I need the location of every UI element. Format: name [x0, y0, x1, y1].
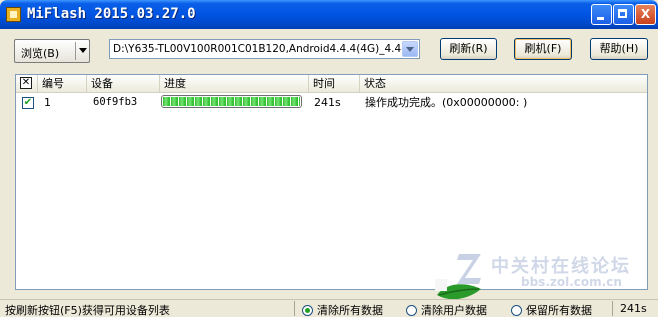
status-divider: [612, 301, 613, 316]
progress-fill: [163, 97, 300, 106]
radio-keep-all-label: 保留所有数据: [526, 304, 592, 317]
row-checkbox[interactable]: ✔: [22, 97, 34, 109]
radio-selected-icon[interactable]: [302, 305, 313, 316]
flash-button[interactable]: 刷机(F): [514, 38, 572, 60]
row-status: 操作成功完成。(0x00000000: ): [365, 96, 528, 109]
title-bar[interactable]: MiFlash 2015.03.27.0 X: [0, 0, 658, 29]
header-select-all[interactable]: ✕: [16, 75, 38, 92]
close-button[interactable]: X: [635, 4, 656, 25]
device-list[interactable]: ✕ 编号 设备 进度 时间 状态 ✔ 1 60f9fb3 241s 操作成功完成…: [15, 74, 648, 290]
browse-separator: [75, 42, 76, 60]
firmware-path-combobox[interactable]: D:\Y635-TL00V100R001C01B120,Android4.4.4…: [109, 39, 420, 59]
radio-clear-user-label: 清除用户数据: [421, 304, 487, 317]
dropdown-arrow-icon[interactable]: [402, 41, 418, 57]
row-time: 241s: [314, 96, 341, 109]
firmware-path-value[interactable]: D:\Y635-TL00V100R001C01B120,Android4.4.4…: [113, 43, 401, 55]
row-id: 1: [44, 96, 51, 109]
chevron-down-icon[interactable]: [79, 48, 87, 53]
miflash-window: MiFlash 2015.03.27.0 X 浏览(B) D:\Y635-TL0…: [0, 0, 658, 317]
maximize-button[interactable]: [613, 4, 634, 25]
column-header-status[interactable]: 状态: [360, 75, 647, 92]
minimize-icon: [597, 17, 604, 20]
table-row[interactable]: ✔ 1 60f9fb3 241s 操作成功完成。(0x00000000: ): [16, 94, 647, 111]
status-bar: 按刷新按钮(F5)获得可用设备列表 清除所有数据 清除用户数据 保留所有数据 2…: [0, 299, 658, 317]
list-header: ✕ 编号 设备 进度 时间 状态: [16, 75, 647, 93]
radio-clear-all-label: 清除所有数据: [317, 304, 383, 317]
column-header-progress[interactable]: 进度: [160, 75, 309, 92]
column-header-id[interactable]: 编号: [38, 75, 87, 92]
minimize-button[interactable]: [591, 4, 612, 25]
maximize-icon: [618, 9, 627, 18]
browse-label: 浏览(B): [21, 47, 60, 60]
window-title: MiFlash 2015.03.27.0: [27, 6, 196, 22]
row-progress-bar: [161, 95, 302, 108]
radio-icon[interactable]: [511, 305, 522, 316]
column-header-device[interactable]: 设备: [87, 75, 160, 92]
row-device: 60f9fb3: [93, 96, 138, 108]
column-header-time[interactable]: 时间: [309, 75, 360, 92]
radio-icon[interactable]: [406, 305, 417, 316]
close-icon: X: [640, 7, 651, 21]
status-elapsed: 241s: [620, 302, 647, 315]
miflash-app-icon: [6, 7, 21, 22]
status-divider: [294, 301, 295, 316]
help-button[interactable]: 帮助(H): [590, 38, 648, 60]
toolbar: 浏览(B) D:\Y635-TL00V100R001C01B120,Androi…: [0, 29, 658, 70]
select-all-checkbox-icon[interactable]: ✕: [20, 77, 32, 89]
refresh-button[interactable]: 刷新(R): [440, 38, 497, 60]
browse-button[interactable]: 浏览(B): [14, 39, 90, 63]
